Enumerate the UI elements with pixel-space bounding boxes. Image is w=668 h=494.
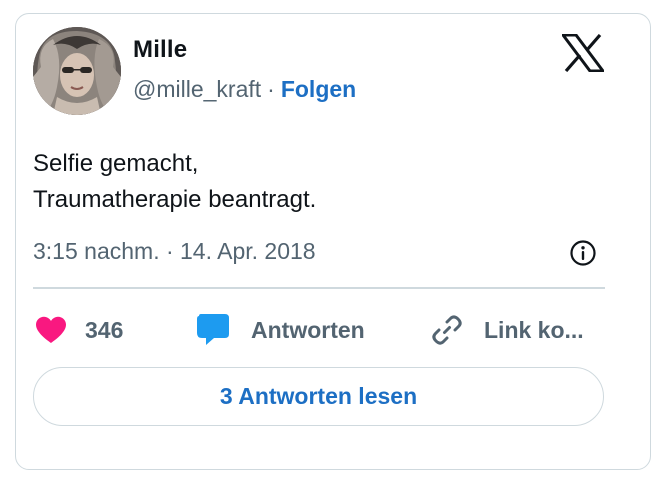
- avatar[interactable]: [33, 27, 121, 115]
- author-name[interactable]: Mille: [133, 36, 187, 64]
- speech-bubble-icon: [197, 314, 229, 345]
- tweet-text-line-2: Traumatherapie beantragt.: [33, 186, 317, 213]
- reply-label: Antworten: [251, 316, 365, 343]
- read-replies-button[interactable]: 3 Antworten lesen: [33, 367, 604, 426]
- follow-button[interactable]: Folgen: [281, 76, 356, 102]
- tweet-text-line-1: Selfie gemacht,: [33, 150, 199, 177]
- x-logo-icon[interactable]: [560, 33, 606, 73]
- tweet-text: Selfie gemacht, Traumatherapie beantragt…: [33, 146, 316, 218]
- author-handle[interactable]: @mille_kraft: [133, 76, 261, 102]
- like-button[interactable]: 346: [35, 313, 123, 347]
- copy-link-button[interactable]: Link ko...: [430, 313, 584, 347]
- avatar-photo: [33, 27, 121, 115]
- heart-icon: [36, 316, 66, 343]
- divider: [33, 287, 605, 289]
- copy-link-label: Link ko...: [484, 316, 584, 343]
- link-icon: [432, 315, 462, 345]
- like-count: 346: [85, 316, 124, 343]
- info-icon[interactable]: [569, 239, 597, 267]
- author-handle-row: @mille_kraft · Folgen: [133, 76, 356, 103]
- tweet-timestamp[interactable]: 3:15 nachm. · 14. Apr. 2018: [33, 238, 316, 265]
- reply-button[interactable]: Antworten: [196, 313, 365, 347]
- handle-separator: ·: [267, 76, 275, 102]
